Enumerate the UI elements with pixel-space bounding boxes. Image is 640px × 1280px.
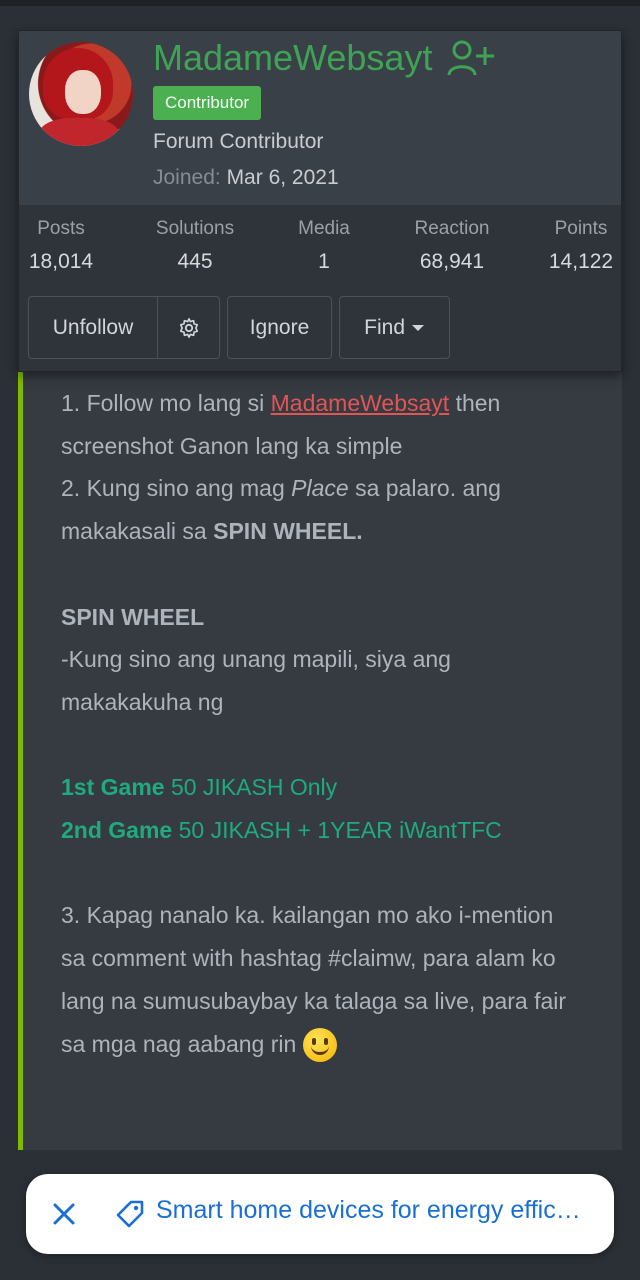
avatar-suit [39,118,119,146]
mention-link[interactable]: MadameWebsayt [271,390,450,416]
game-1-label: 1st Game [61,774,165,801]
joined-date: Mar 6, 2021 [226,166,339,189]
gear-icon [179,318,198,339]
close-icon[interactable] [50,1200,78,1228]
stat-label: Reaction [414,218,490,239]
game-2-prize: 50 JIKASH + 1YEAR iWantTFC [172,817,502,843]
avatar-face [65,70,101,114]
find-button[interactable]: Find [339,296,450,359]
ignore-button[interactable]: Ignore [227,296,332,359]
stat-solutions[interactable]: Solutions 445 [135,218,255,274]
add-user-icon[interactable] [447,39,495,79]
stat-label: Points [554,218,608,239]
stat-media[interactable]: Media 1 [264,218,384,274]
post-text-segment: 1. Follow mo lang si [61,390,271,416]
caret-down-icon [411,325,424,332]
user-title: Forum Contributor [153,130,324,153]
stat-value: 14,122 [548,250,614,273]
username[interactable]: MadameWebsayt [153,37,432,79]
stat-label: Posts [37,218,85,239]
stat-value: 68,941 [419,250,485,273]
stat-reaction[interactable]: Reaction 68,941 [392,218,512,274]
stat-label: Media [298,218,350,239]
unfollow-button[interactable]: Unfollow [28,296,158,359]
tooltip-caret [358,341,378,351]
game-2: 2nd Game 50 JIKASH + 1YEAR iWantTFC [61,809,581,852]
game-1-prize: 50 JIKASH Only [164,774,338,801]
stat-posts[interactable]: Posts 18,014 [1,218,121,274]
avatar[interactable] [29,42,133,146]
game-1: 1st Game 50 JIKASH Only [61,766,581,809]
suggestion-text[interactable]: Smart home devices for energy effic… [156,1196,596,1225]
tag-icon [116,1200,144,1228]
joined-label: Joined: [153,166,221,189]
quote-bar [18,280,23,1152]
post-strong: SPIN WHEEL. [213,518,363,545]
stat-value: 1 [318,250,330,273]
member-header: MadameWebsayt Contributor Forum Contribu… [19,31,621,205]
post-emphasis: Place [291,475,349,502]
member-tooltip-card: MadameWebsayt Contributor Forum Contribu… [18,30,622,372]
spin-desc: -Kung sino ang unang mapili, siya ang ma… [61,646,451,715]
top-strip [0,0,640,6]
suggestion-chip[interactable]: Smart home devices for energy effic… [26,1174,614,1254]
spin-heading: SPIN WHEEL [61,596,581,639]
find-label: Find [364,316,405,339]
game-2-label: 2nd Game [61,817,173,843]
joined-info: Joined: Mar 6, 2021 [153,166,339,190]
post-line-2: 2. Kung sino ang mag Place sa palaro. an… [61,467,581,552]
post-line-3: 3. Kapag nanalo ka. kailangan mo ako i-m… [61,894,581,1065]
follow-settings-button[interactable] [157,296,220,359]
stat-value: 445 [177,250,213,273]
stat-label: Solutions [155,218,235,239]
stat-points[interactable]: Points 14,122 [521,218,640,274]
role-badge: Contributor [153,86,262,120]
stat-value: 18,014 [28,250,94,273]
spin-heading-text: SPIN WHEEL [61,603,205,630]
post-text: 1. Follow mo lang si MadameWebsayt then … [61,382,581,1065]
post-text-segment: 2. Kung sino ang mag [61,475,292,502]
post-line-1: 1. Follow mo lang si MadameWebsayt then … [61,382,581,467]
smiling-face-emoji-icon [302,1028,337,1063]
